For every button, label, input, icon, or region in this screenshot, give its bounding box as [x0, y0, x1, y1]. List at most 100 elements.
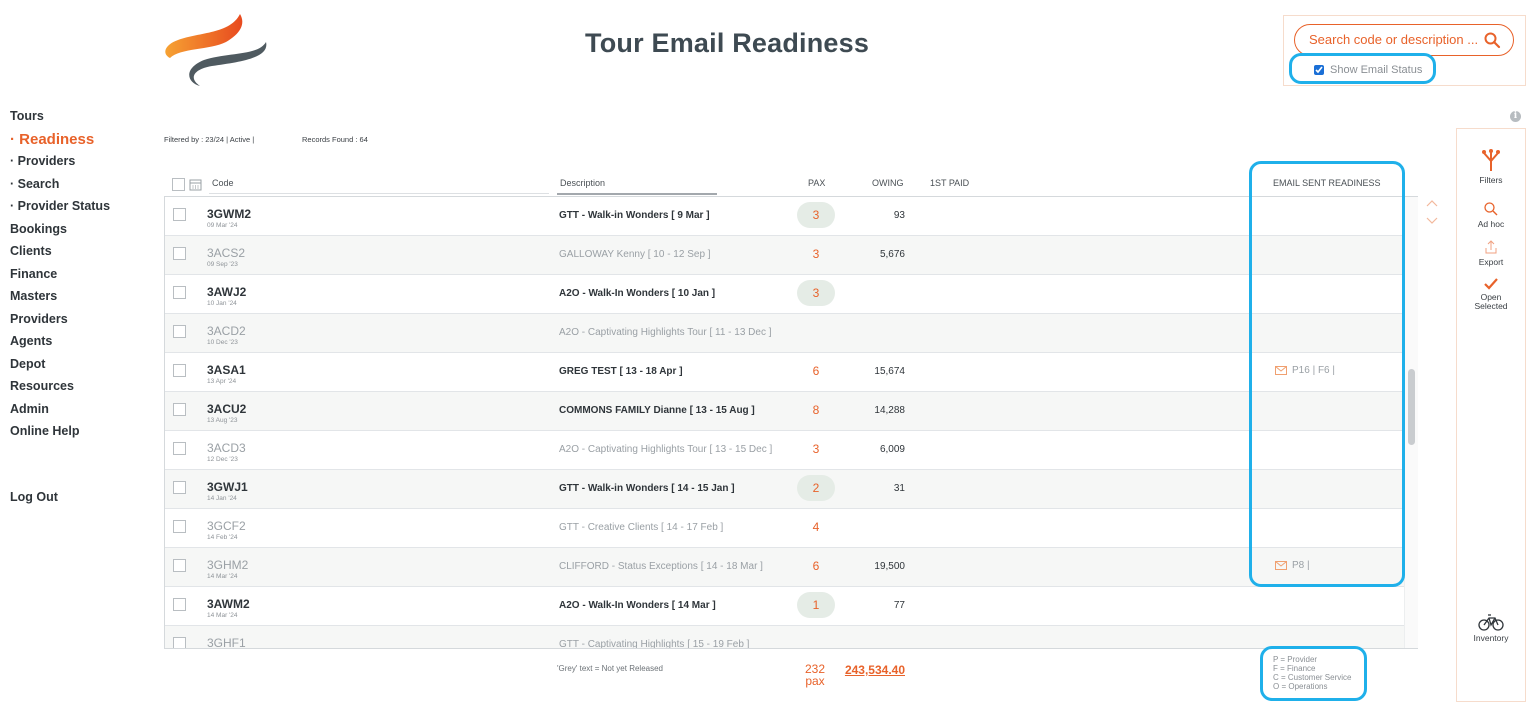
tour-description[interactable]: GREG TEST [ 13 - 18 Apr ] — [559, 366, 683, 377]
code-header-underline — [209, 193, 549, 194]
info-icon[interactable]: i — [1510, 111, 1521, 122]
sidebar-item-search[interactable]: · Search — [10, 175, 150, 198]
sidebar-item-providers-sub[interactable]: · Providers — [10, 152, 150, 175]
sidebar-item-readiness[interactable]: · Readiness — [10, 130, 150, 153]
show-email-status-checkbox[interactable] — [1314, 65, 1324, 75]
tour-description[interactable]: GTT - Walk-in Wonders [ 9 Mar ] — [559, 210, 710, 221]
table-row[interactable]: 3AWJ2 10 Jan '24 A2O - Walk-In Wonders [ 1… — [165, 275, 1417, 314]
scroll-arrows-icon[interactable] — [1425, 198, 1439, 228]
sidebar-item-finance[interactable]: Finance — [10, 265, 150, 288]
inventory-button[interactable]: Inventory — [1457, 613, 1525, 643]
search-input[interactable] — [1309, 32, 1479, 47]
tour-code[interactable]: 3ACS2 — [207, 246, 245, 260]
sidebar-item-tours[interactable]: Tours — [10, 107, 150, 130]
header-description[interactable]: Description — [560, 178, 605, 188]
table-row[interactable]: 3GWM2 09 Mar '24 GTT - Walk-in Wonders [ 9… — [165, 197, 1417, 236]
tour-code[interactable]: 3ACU2 — [207, 402, 246, 416]
open-selected-button[interactable]: Open Selected — [1457, 277, 1525, 311]
sidebar-item-providers[interactable]: Providers — [10, 310, 150, 333]
tour-code[interactable]: 3GCF2 — [207, 519, 246, 533]
table-row[interactable]: 3ASA1 13 Apr '24 GREG TEST [ 13 - 18 Apr ]… — [165, 353, 1417, 392]
row-checkbox[interactable] — [173, 559, 186, 572]
tour-description[interactable]: A2O - Captivating Highlights Tour [ 11 -… — [559, 327, 772, 338]
sidebar-item-depot[interactable]: Depot — [10, 355, 150, 378]
calendar-icon[interactable] — [189, 178, 202, 191]
sidebar-item-provider-status[interactable]: · Provider Status — [10, 197, 150, 220]
select-all-checkbox[interactable] — [172, 178, 185, 191]
owing-amount: 19,500 — [874, 561, 905, 572]
sidebar-item-masters[interactable]: Masters — [10, 287, 150, 310]
grey-text-note: 'Grey' text = Not yet Released — [557, 664, 663, 673]
company-logo — [165, 14, 267, 86]
table-row[interactable]: 3ACU2 13 Aug '23 COMMONS FAMILY Dianne [ 1… — [165, 392, 1417, 431]
show-email-status-toggle[interactable]: Show Email Status — [1314, 64, 1422, 76]
pax-count: 3 — [812, 442, 820, 456]
tour-code[interactable]: 3GHM2 — [207, 558, 248, 572]
tour-code[interactable]: 3AWM2 — [207, 597, 250, 611]
owing-amount: 6,009 — [879, 444, 905, 455]
row-checkbox[interactable] — [173, 208, 186, 221]
tour-description[interactable]: GTT - Walk-in Wonders [ 14 - 15 Jan ] — [559, 483, 735, 494]
tour-code[interactable]: 3GWM2 — [207, 207, 251, 221]
search-box[interactable] — [1294, 24, 1514, 56]
row-checkbox[interactable] — [173, 247, 186, 260]
row-checkbox[interactable] — [173, 286, 186, 299]
table-row[interactable]: 3ACD2 10 Dec '23 A2O - Captivating Highlig… — [165, 314, 1417, 353]
header-first-paid[interactable]: 1ST PAID — [930, 178, 969, 188]
tour-code[interactable]: 3ASA1 — [207, 363, 246, 377]
filters-button[interactable]: Filters — [1457, 149, 1525, 185]
sidebar-item-bookings[interactable]: Bookings — [10, 220, 150, 243]
row-checkbox[interactable] — [173, 325, 186, 338]
header-code[interactable]: Code — [212, 178, 234, 188]
tour-code[interactable]: 3GHF1 — [207, 636, 246, 648]
scrollbar-thumb[interactable] — [1408, 369, 1415, 445]
table-row[interactable]: 3ACS2 09 Sep '23 GALLOWAY Kenny [ 10 - 12 … — [165, 236, 1417, 275]
sidebar-item-resources[interactable]: Resources — [10, 377, 150, 400]
tour-date: 13 Apr '24 — [207, 378, 237, 385]
tour-description[interactable]: A2O - Captivating Highlights Tour [ 13 -… — [559, 444, 772, 455]
tour-description[interactable]: COMMONS FAMILY Dianne [ 13 - 15 Aug ] — [559, 405, 755, 416]
table-scrollbar[interactable] — [1404, 197, 1418, 648]
sidebar-item-online-help[interactable]: Online Help — [10, 422, 150, 445]
tour-description[interactable]: GTT - Creative Clients [ 14 - 17 Feb ] — [559, 522, 723, 533]
tour-code[interactable]: 3GWJ1 — [207, 480, 248, 494]
email-status[interactable]: P8 | — [1275, 560, 1310, 571]
row-checkbox[interactable] — [173, 520, 186, 533]
tour-description[interactable]: CLIFFORD - Status Exceptions [ 14 - 18 M… — [559, 561, 763, 572]
header-pax[interactable]: PAX — [808, 178, 825, 188]
row-checkbox[interactable] — [173, 364, 186, 377]
tour-code[interactable]: 3ACD3 — [207, 441, 246, 455]
sidebar-item-clients[interactable]: Clients — [10, 242, 150, 265]
tour-description[interactable]: GTT - Captivating Highlights [ 15 - 19 F… — [559, 639, 749, 648]
sidebar-item-admin[interactable]: Admin — [10, 400, 150, 423]
table-row[interactable]: 3GCF2 14 Feb '24 GTT - Creative Clients [ … — [165, 509, 1417, 548]
row-checkbox[interactable] — [173, 403, 186, 416]
sidebar-item-agents[interactable]: Agents — [10, 332, 150, 355]
table-row[interactable]: 3GWJ1 14 Jan '24 GTT - Walk-in Wonders [ 1… — [165, 470, 1417, 509]
search-panel: Show Email Status — [1283, 15, 1526, 86]
pax-count: 1 — [797, 592, 835, 618]
logout-link[interactable]: Log Out — [10, 490, 58, 504]
tour-description[interactable]: GALLOWAY Kenny [ 10 - 12 Sep ] — [559, 249, 711, 260]
table-row[interactable]: 3AWM2 14 Mar '24 A2O - Walk-In Wonders [ 1… — [165, 587, 1417, 626]
email-status[interactable]: P16 | F6 | — [1275, 365, 1335, 376]
tour-description[interactable]: A2O - Walk-In Wonders [ 14 Mar ] — [559, 600, 716, 611]
adhoc-button[interactable]: Ad hoc — [1457, 201, 1525, 229]
header-email-sent-readiness[interactable]: EMAIL SENT READINESS — [1273, 178, 1381, 188]
tour-code[interactable]: 3ACD2 — [207, 324, 246, 338]
row-checkbox[interactable] — [173, 442, 186, 455]
table-row[interactable]: 3ACD3 12 Dec '23 A2O - Captivating Highlig… — [165, 431, 1417, 470]
pax-count: 3 — [797, 202, 835, 228]
row-checkbox[interactable] — [173, 637, 186, 648]
tour-description[interactable]: A2O - Walk-In Wonders [ 10 Jan ] — [559, 288, 715, 299]
pax-count: 2 — [797, 475, 835, 501]
row-checkbox[interactable] — [173, 598, 186, 611]
table-row[interactable]: 3GHM2 14 Mar '24 CLIFFORD - Status Excepti… — [165, 548, 1417, 587]
tour-code[interactable]: 3AWJ2 — [207, 285, 246, 299]
export-button[interactable]: Export — [1457, 239, 1525, 267]
row-checkbox[interactable] — [173, 481, 186, 494]
table-row[interactable]: 3GHF1 GTT - Captivating Highlights [ 15 -… — [165, 626, 1417, 648]
total-owing[interactable]: 243,534.40 — [830, 663, 905, 677]
search-icon[interactable] — [1483, 31, 1501, 49]
header-owing[interactable]: OWING — [872, 178, 904, 188]
